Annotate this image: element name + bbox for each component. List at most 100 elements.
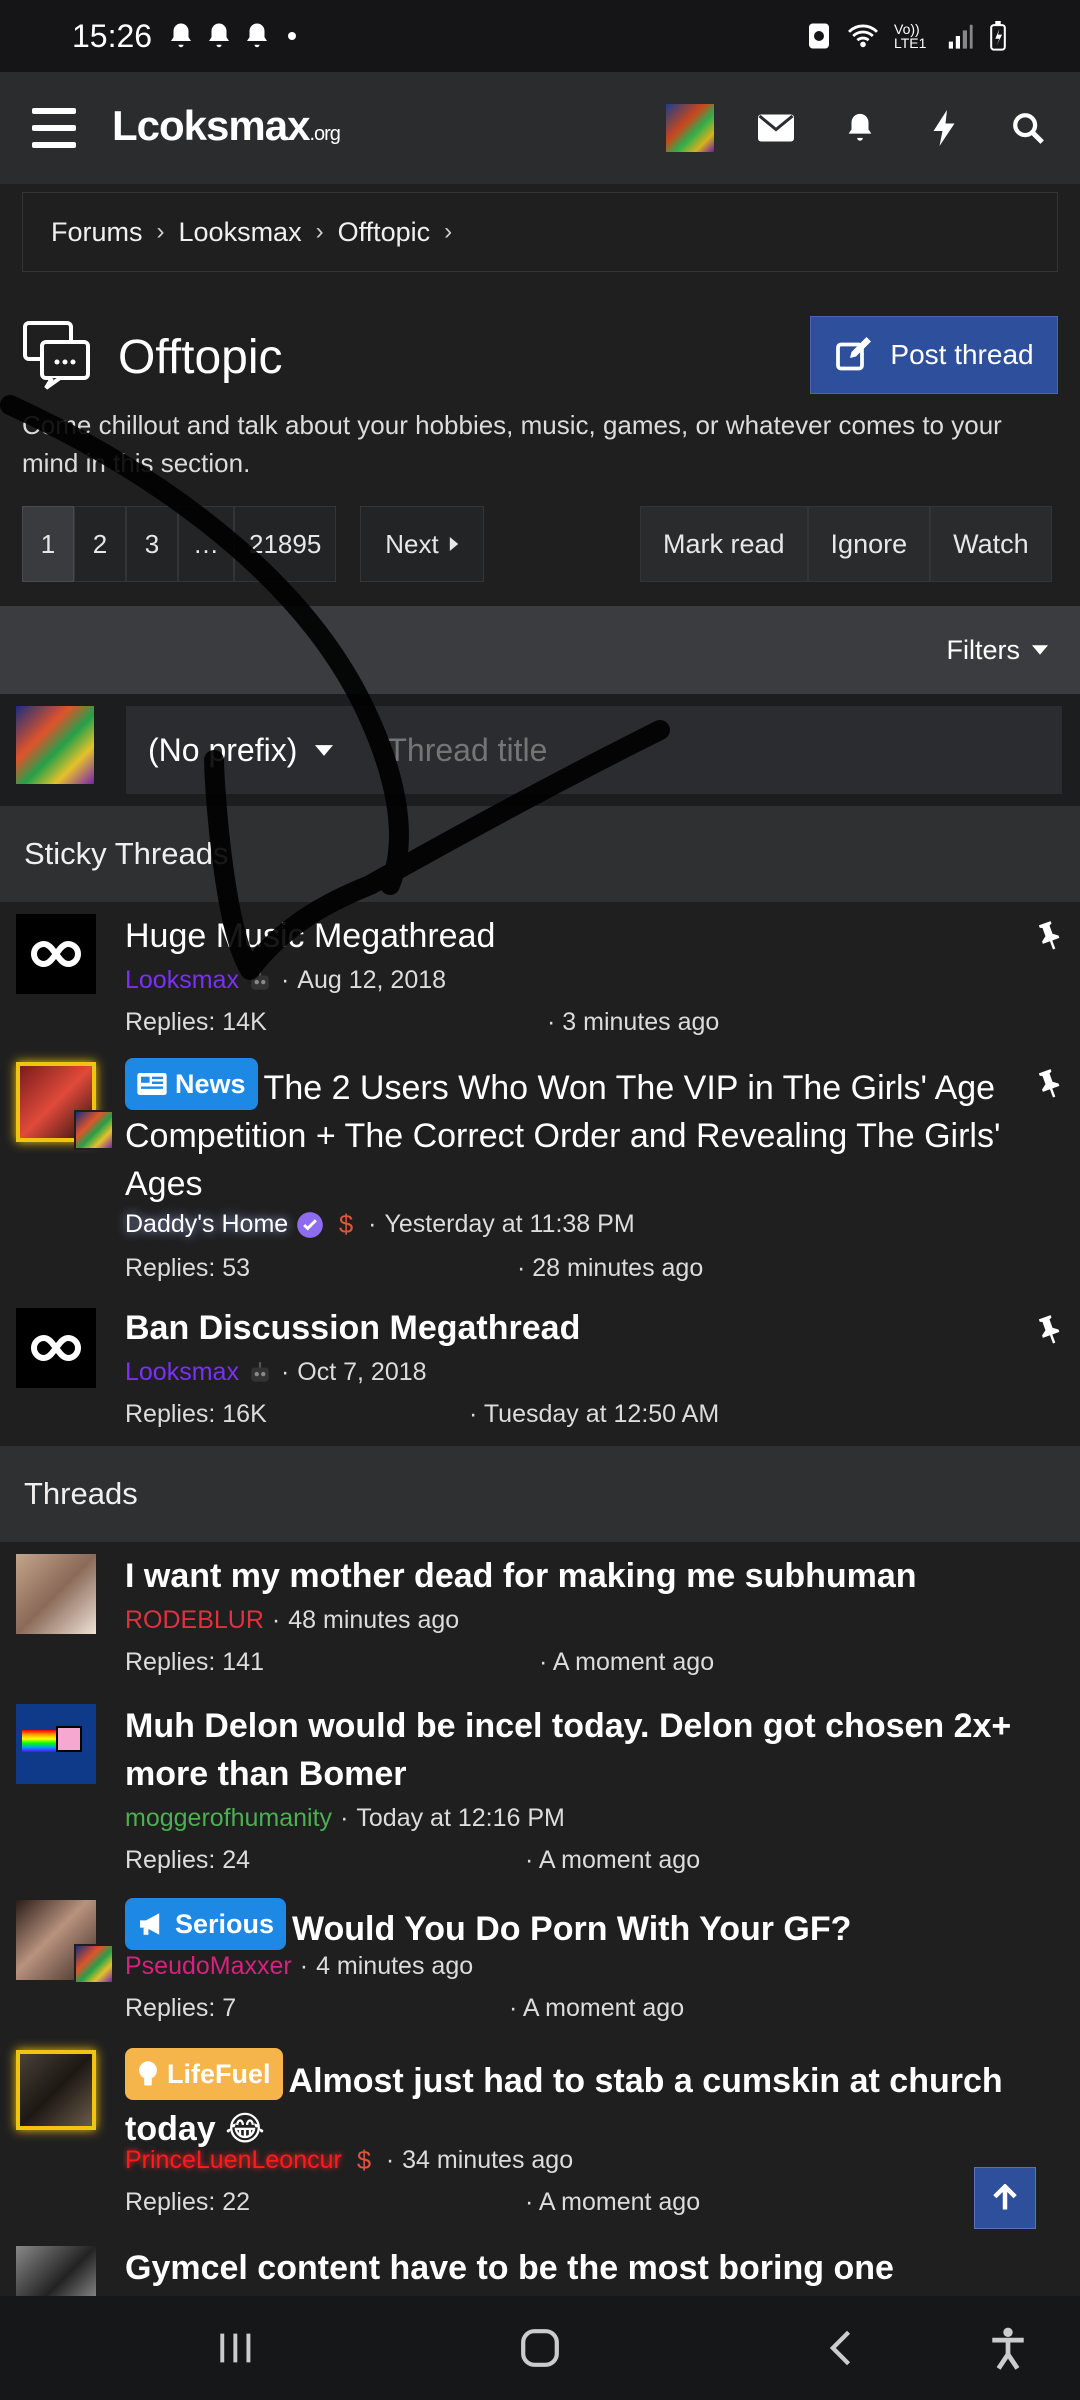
- thread-last-post[interactable]: · A moment ago: [525, 1846, 700, 1875]
- thread-item[interactable]: Serious Would You Do Porn With Your GF? …: [0, 1888, 1080, 2038]
- edit-icon: [836, 337, 872, 371]
- dollar-icon: $: [339, 1211, 353, 1239]
- page-2[interactable]: 2: [74, 506, 126, 582]
- robot-icon: [251, 969, 269, 990]
- search-icon[interactable]: [1000, 100, 1056, 156]
- thread-last-post[interactable]: · 28 minutes ago: [517, 1254, 703, 1283]
- thread-title[interactable]: Muh Delon would be incel today. Delon go…: [125, 1702, 1055, 1798]
- mail-icon[interactable]: [748, 100, 804, 156]
- next-page-button[interactable]: Next: [360, 506, 484, 582]
- watch-button[interactable]: Watch: [930, 506, 1052, 582]
- thread-item[interactable]: I want my mother dead for making me subh…: [0, 1542, 1080, 1692]
- back-button[interactable]: [808, 2316, 872, 2380]
- page-1[interactable]: 1: [22, 506, 74, 582]
- thread-title[interactable]: News The 2 Users Who Won The VIP in The …: [125, 1058, 1055, 1208]
- thread-last-post[interactable]: · Tuesday at 12:50 AM: [469, 1400, 719, 1429]
- page-title: Offtopic: [118, 331, 283, 384]
- thread-replies: Replies: 53: [125, 1254, 251, 1282]
- filters-button[interactable]: Filters: [0, 606, 1080, 694]
- ignore-button[interactable]: Ignore: [807, 506, 931, 582]
- thread-stats: Replies: 141 · A moment ago: [125, 1648, 825, 1677]
- page-3[interactable]: 3: [126, 506, 178, 582]
- robot-icon: [251, 1361, 269, 1382]
- bell-icon[interactable]: [832, 100, 888, 156]
- avatar: [16, 1308, 96, 1388]
- threads-header: Threads: [0, 1446, 1080, 1542]
- thread-item[interactable]: LifeFuel Almost just had to stab a cumsk…: [0, 2038, 1080, 2238]
- page-ellipsis[interactable]: …: [178, 506, 234, 582]
- svg-text:$: $: [339, 1211, 353, 1239]
- prefix-select[interactable]: (No prefix): [126, 732, 357, 769]
- site-logo[interactable]: Lcoksmax.org: [112, 102, 341, 150]
- thread-author[interactable]: Daddy's Home: [125, 1210, 288, 1239]
- thread-title[interactable]: Huge Music Megathread: [125, 912, 1055, 960]
- chevron-right-icon: ›: [315, 218, 324, 245]
- thread-title[interactable]: Serious Would You Do Porn With Your GF?: [125, 1898, 1055, 1953]
- home-button[interactable]: [508, 2316, 572, 2380]
- avatar: [16, 1554, 96, 1634]
- thread-author[interactable]: Looksmax: [125, 966, 239, 995]
- thread-last-post[interactable]: · A moment ago: [539, 1648, 714, 1677]
- thread-date: Aug 12, 2018: [297, 966, 447, 994]
- bell-icon: [171, 23, 192, 48]
- avatar: [16, 914, 96, 994]
- breadcrumb-offtopic[interactable]: Offtopic: [338, 217, 431, 248]
- recent-apps-button[interactable]: [204, 2316, 268, 2380]
- post-thread-button[interactable]: Post thread: [810, 316, 1058, 394]
- thread-author[interactable]: Looksmax: [125, 1358, 239, 1387]
- prefix-serious[interactable]: Serious: [125, 1898, 287, 1950]
- thread-meta: PrinceLuenLeoncur $ · 34 minutes ago: [125, 2146, 574, 2175]
- thread-author[interactable]: moggerofhumanity: [125, 1804, 332, 1833]
- thread-author[interactable]: PseudoMaxxer: [125, 1952, 292, 1981]
- status-bar: 15:26 Vo)) LTE1: [0, 0, 1080, 72]
- thread-stats: Replies: 24 · A moment ago: [125, 1846, 825, 1875]
- status-time: 15:26: [72, 17, 153, 54]
- accessibility-button[interactable]: [976, 2316, 1040, 2380]
- breadcrumb-looksmax[interactable]: Looksmax: [179, 217, 302, 248]
- bolt-icon[interactable]: [916, 100, 972, 156]
- chevron-right-icon[interactable]: ›: [444, 218, 452, 246]
- avatar[interactable]: [666, 104, 714, 152]
- thread-last-post[interactable]: · A moment ago: [525, 2188, 700, 2217]
- thread-title[interactable]: Ban Discussion Megathread: [125, 1304, 1055, 1352]
- thread-date: 48 minutes ago: [288, 1606, 460, 1634]
- thread-replies: Replies: 141: [125, 1648, 264, 1676]
- thread-date: 34 minutes ago: [402, 2146, 574, 2174]
- thread-item[interactable]: Huge Music Megathread Looksmax · Aug 12,…: [0, 902, 1080, 1050]
- thread-stats: Replies: 53 · 28 minutes ago: [125, 1254, 825, 1283]
- scroll-top-button[interactable]: [974, 2167, 1036, 2229]
- chevron-right-icon: ›: [156, 218, 165, 245]
- thread-last-post[interactable]: · A moment ago: [509, 1994, 684, 2023]
- thread-item[interactable]: Muh Delon would be incel today. Delon go…: [0, 1692, 1080, 1888]
- avatar: [74, 1944, 114, 1984]
- thread-date: Oct 7, 2018: [297, 1358, 427, 1386]
- thread-title[interactable]: I want my mother dead for making me subh…: [125, 1552, 1055, 1600]
- prefix-news[interactable]: News: [125, 1058, 258, 1110]
- thread-date: Yesterday at 11:38 PM: [384, 1210, 635, 1238]
- thread-stats: Replies: 14K · 3 minutes ago: [125, 1008, 825, 1037]
- thread-author[interactable]: PrinceLuenLeoncur: [125, 2146, 342, 2175]
- thread-title-input[interactable]: [357, 731, 808, 769]
- thread-title[interactable]: Gymcel content have to be the most borin…: [125, 2244, 1055, 2292]
- thread-meta: RODEBLUR · 48 minutes ago: [125, 1606, 460, 1635]
- app-header: Lcoksmax.org: [0, 72, 1080, 184]
- menu-icon[interactable]: [32, 108, 76, 148]
- prefix-lifefuel[interactable]: LifeFuel: [125, 2048, 283, 2100]
- thread-title[interactable]: LifeFuel Almost just had to stab a cumsk…: [125, 2048, 1055, 2153]
- thread-stats: Replies: 16K · Tuesday at 12:50 AM: [125, 1400, 825, 1429]
- thread-author[interactable]: RODEBLUR: [125, 1606, 264, 1635]
- bell-icon: [209, 23, 230, 48]
- thread-item[interactable]: News The 2 Users Who Won The VIP in The …: [0, 1050, 1080, 1294]
- pin-icon: [1038, 1069, 1060, 1098]
- thread-meta: Looksmax · Aug 12, 2018: [125, 966, 447, 995]
- thread-stats: Replies: 7 · A moment ago: [125, 1994, 825, 2023]
- thread-item[interactable]: Ban Discussion Megathread Looksmax · Oct…: [0, 1294, 1080, 1446]
- breadcrumb-forums[interactable]: Forums: [51, 217, 143, 248]
- mark-read-button[interactable]: Mark read: [640, 506, 808, 582]
- thread-replies: Replies: 7: [125, 1994, 237, 2022]
- avatar: [16, 2246, 96, 2296]
- page-last[interactable]: 21895: [234, 506, 337, 582]
- thread-last-post[interactable]: · 3 minutes ago: [547, 1008, 719, 1037]
- thread-item[interactable]: Gymcel content have to be the most borin…: [0, 2238, 1080, 2296]
- newspaper-icon: [137, 1073, 167, 1095]
